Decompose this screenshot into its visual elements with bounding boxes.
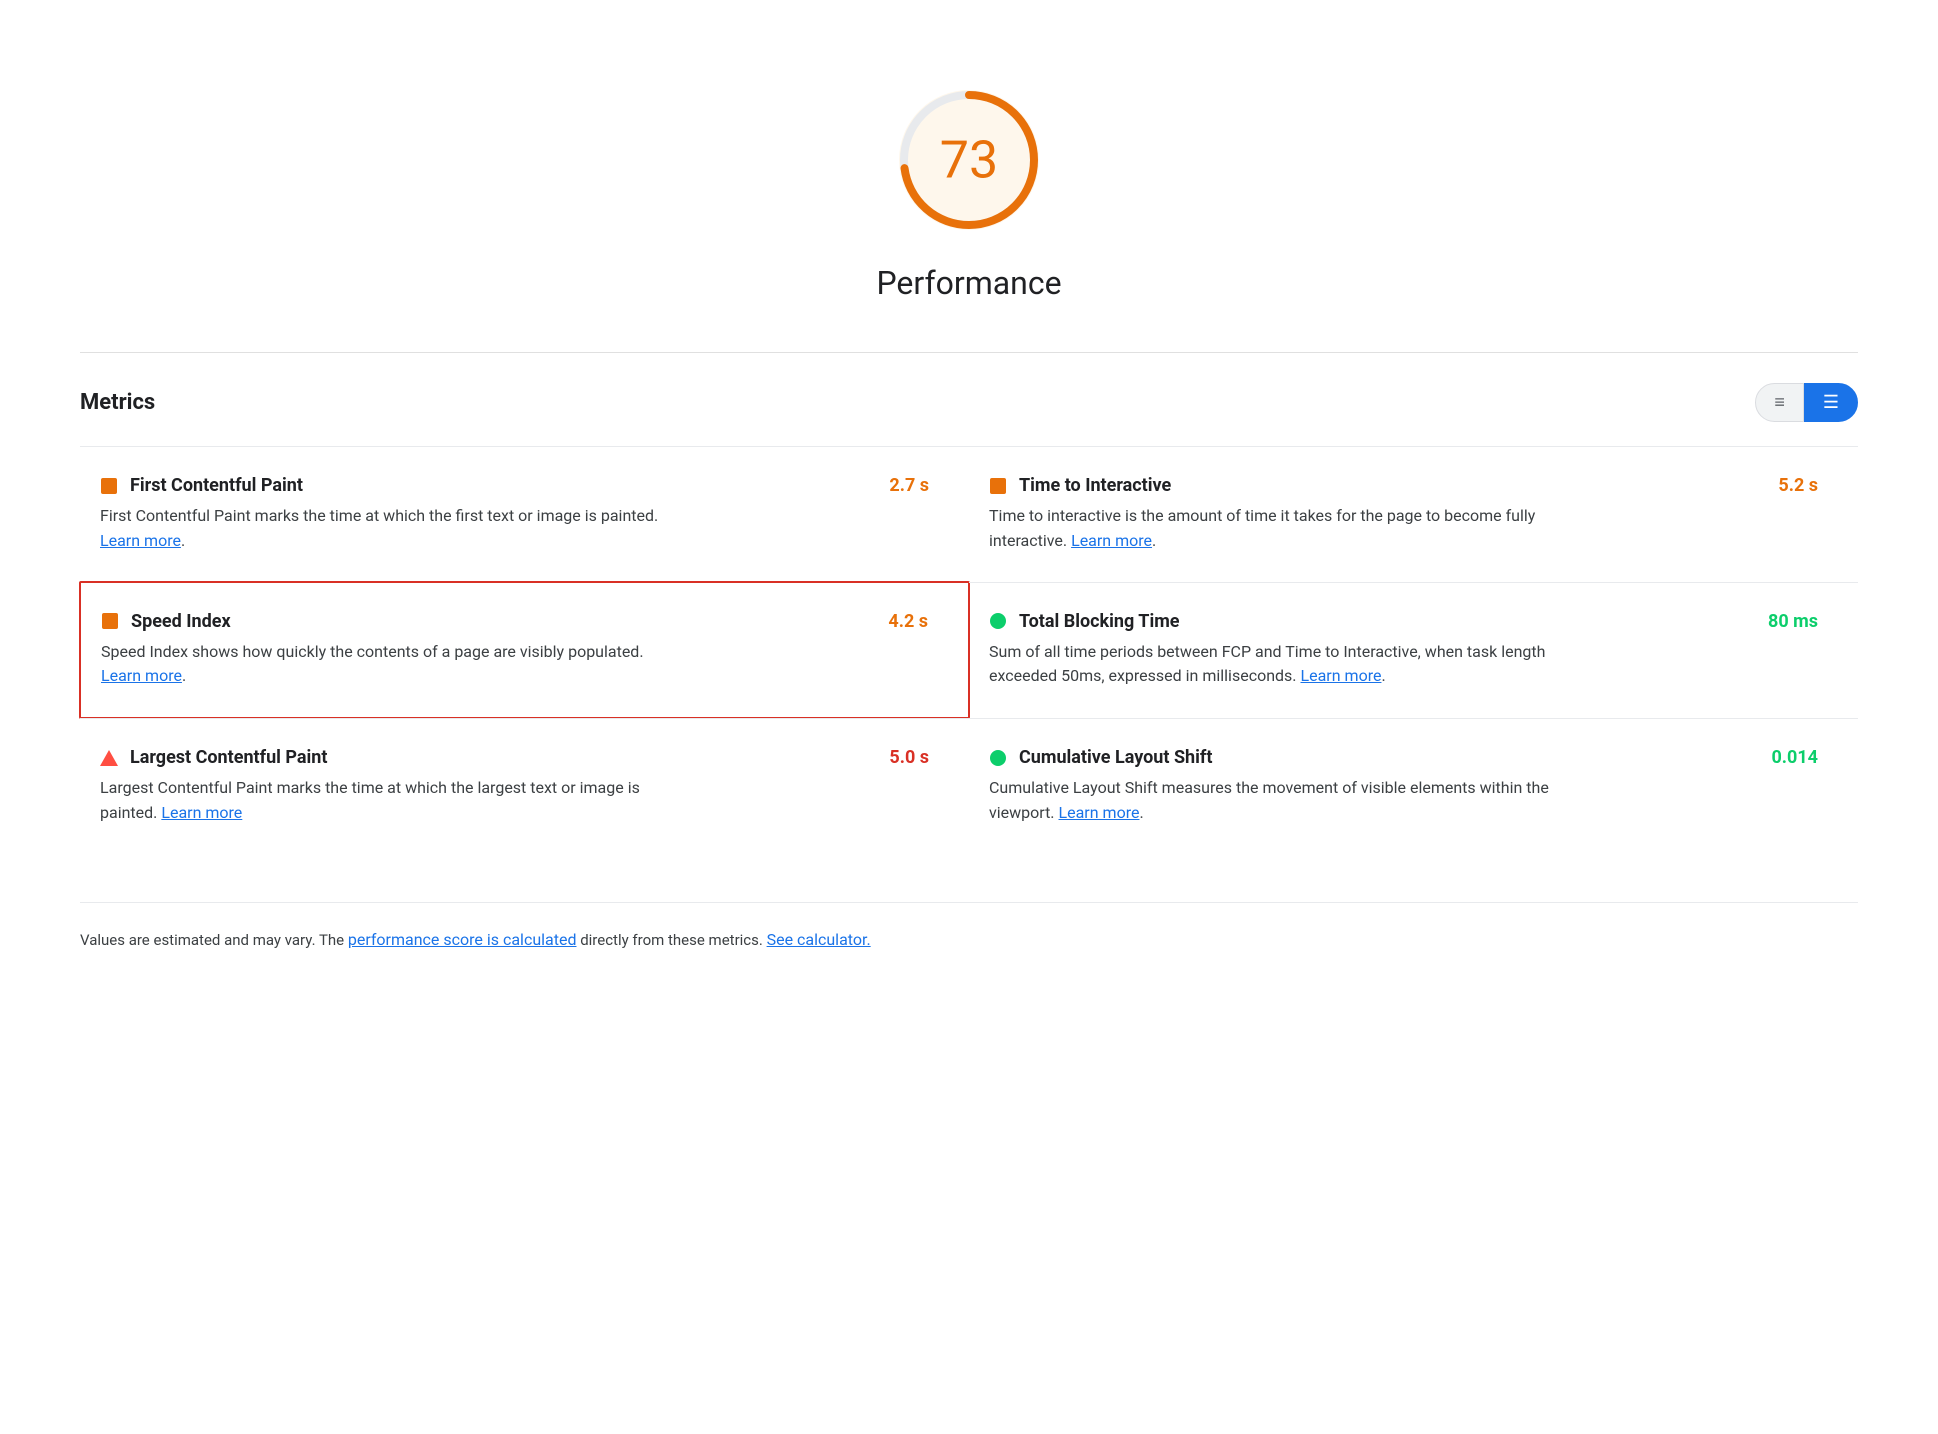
si-description: Speed Index shows how quickly the conten… (101, 640, 681, 690)
tti-learn-more[interactable]: Learn more (1071, 531, 1152, 550)
tti-icon (989, 477, 1007, 495)
cls-icon (989, 749, 1007, 767)
see-calculator-link[interactable]: See calculator. (767, 930, 871, 949)
si-value: 4.2 s (888, 611, 928, 632)
grid-view-button[interactable]: ☰ (1804, 383, 1858, 422)
tti-description: Time to interactive is the amount of tim… (989, 504, 1569, 554)
si-icon (101, 612, 119, 630)
metrics-section: Metrics ≡ ☰ First Contentful Paint 2.7 s (80, 352, 1858, 854)
tti-value: 5.2 s (1778, 475, 1818, 496)
lcp-learn-more[interactable]: Learn more (161, 803, 242, 822)
tbt-name: Total Blocking Time (1019, 611, 1180, 632)
footer-prefix: Values are estimated and may vary. The (80, 931, 348, 949)
grid-icon: ☰ (1823, 392, 1839, 413)
si-learn-more[interactable]: Learn more (101, 666, 182, 685)
cls-value: 0.014 (1771, 747, 1818, 768)
metric-cls: Cumulative Layout Shift 0.014 Cumulative… (969, 718, 1858, 854)
fcp-learn-more[interactable]: Learn more (100, 531, 181, 550)
tbt-learn-more[interactable]: Learn more (1301, 666, 1382, 685)
metrics-title: Metrics (80, 390, 155, 415)
metric-fcp: First Contentful Paint 2.7 s First Conte… (80, 446, 969, 582)
cls-name: Cumulative Layout Shift (1019, 747, 1212, 768)
tbt-description: Sum of all time periods between FCP and … (989, 640, 1569, 690)
lcp-icon (100, 749, 118, 767)
tbt-icon (989, 612, 1007, 630)
metric-tbt: Total Blocking Time 80 ms Sum of all tim… (969, 582, 1858, 719)
si-name: Speed Index (131, 611, 231, 632)
footer: Values are estimated and may vary. The p… (80, 902, 1858, 953)
score-label: Performance (876, 264, 1061, 302)
list-icon: ≡ (1774, 392, 1785, 413)
lcp-name: Largest Contentful Paint (130, 747, 327, 768)
fcp-value: 2.7 s (889, 475, 929, 496)
score-section: 73 Performance (80, 40, 1858, 352)
view-toggle: ≡ ☰ (1755, 383, 1858, 422)
fcp-description: First Contentful Paint marks the time at… (100, 504, 680, 554)
cls-learn-more[interactable]: Learn more (1059, 803, 1140, 822)
score-value: 73 (940, 130, 998, 191)
fcp-name: First Contentful Paint (130, 475, 303, 496)
score-circle: 73 (889, 80, 1049, 240)
lcp-description: Largest Contentful Paint marks the time … (100, 776, 680, 826)
tti-name: Time to Interactive (1019, 475, 1171, 496)
metric-si: Speed Index 4.2 s Speed Index shows how … (79, 581, 970, 720)
fcp-icon (100, 477, 118, 495)
metric-tti: Time to Interactive 5.2 s Time to intera… (969, 446, 1858, 582)
list-view-button[interactable]: ≡ (1755, 383, 1804, 422)
metrics-grid: First Contentful Paint 2.7 s First Conte… (80, 446, 1858, 854)
cls-description: Cumulative Layout Shift measures the mov… (989, 776, 1569, 826)
perf-score-calc-link[interactable]: performance score is calculated (348, 930, 577, 949)
lcp-value: 5.0 s (889, 747, 929, 768)
metrics-header: Metrics ≡ ☰ (80, 383, 1858, 422)
metric-lcp: Largest Contentful Paint 5.0 s Largest C… (80, 718, 969, 854)
tbt-value: 80 ms (1768, 611, 1818, 632)
footer-middle: directly from these metrics. (576, 931, 766, 949)
